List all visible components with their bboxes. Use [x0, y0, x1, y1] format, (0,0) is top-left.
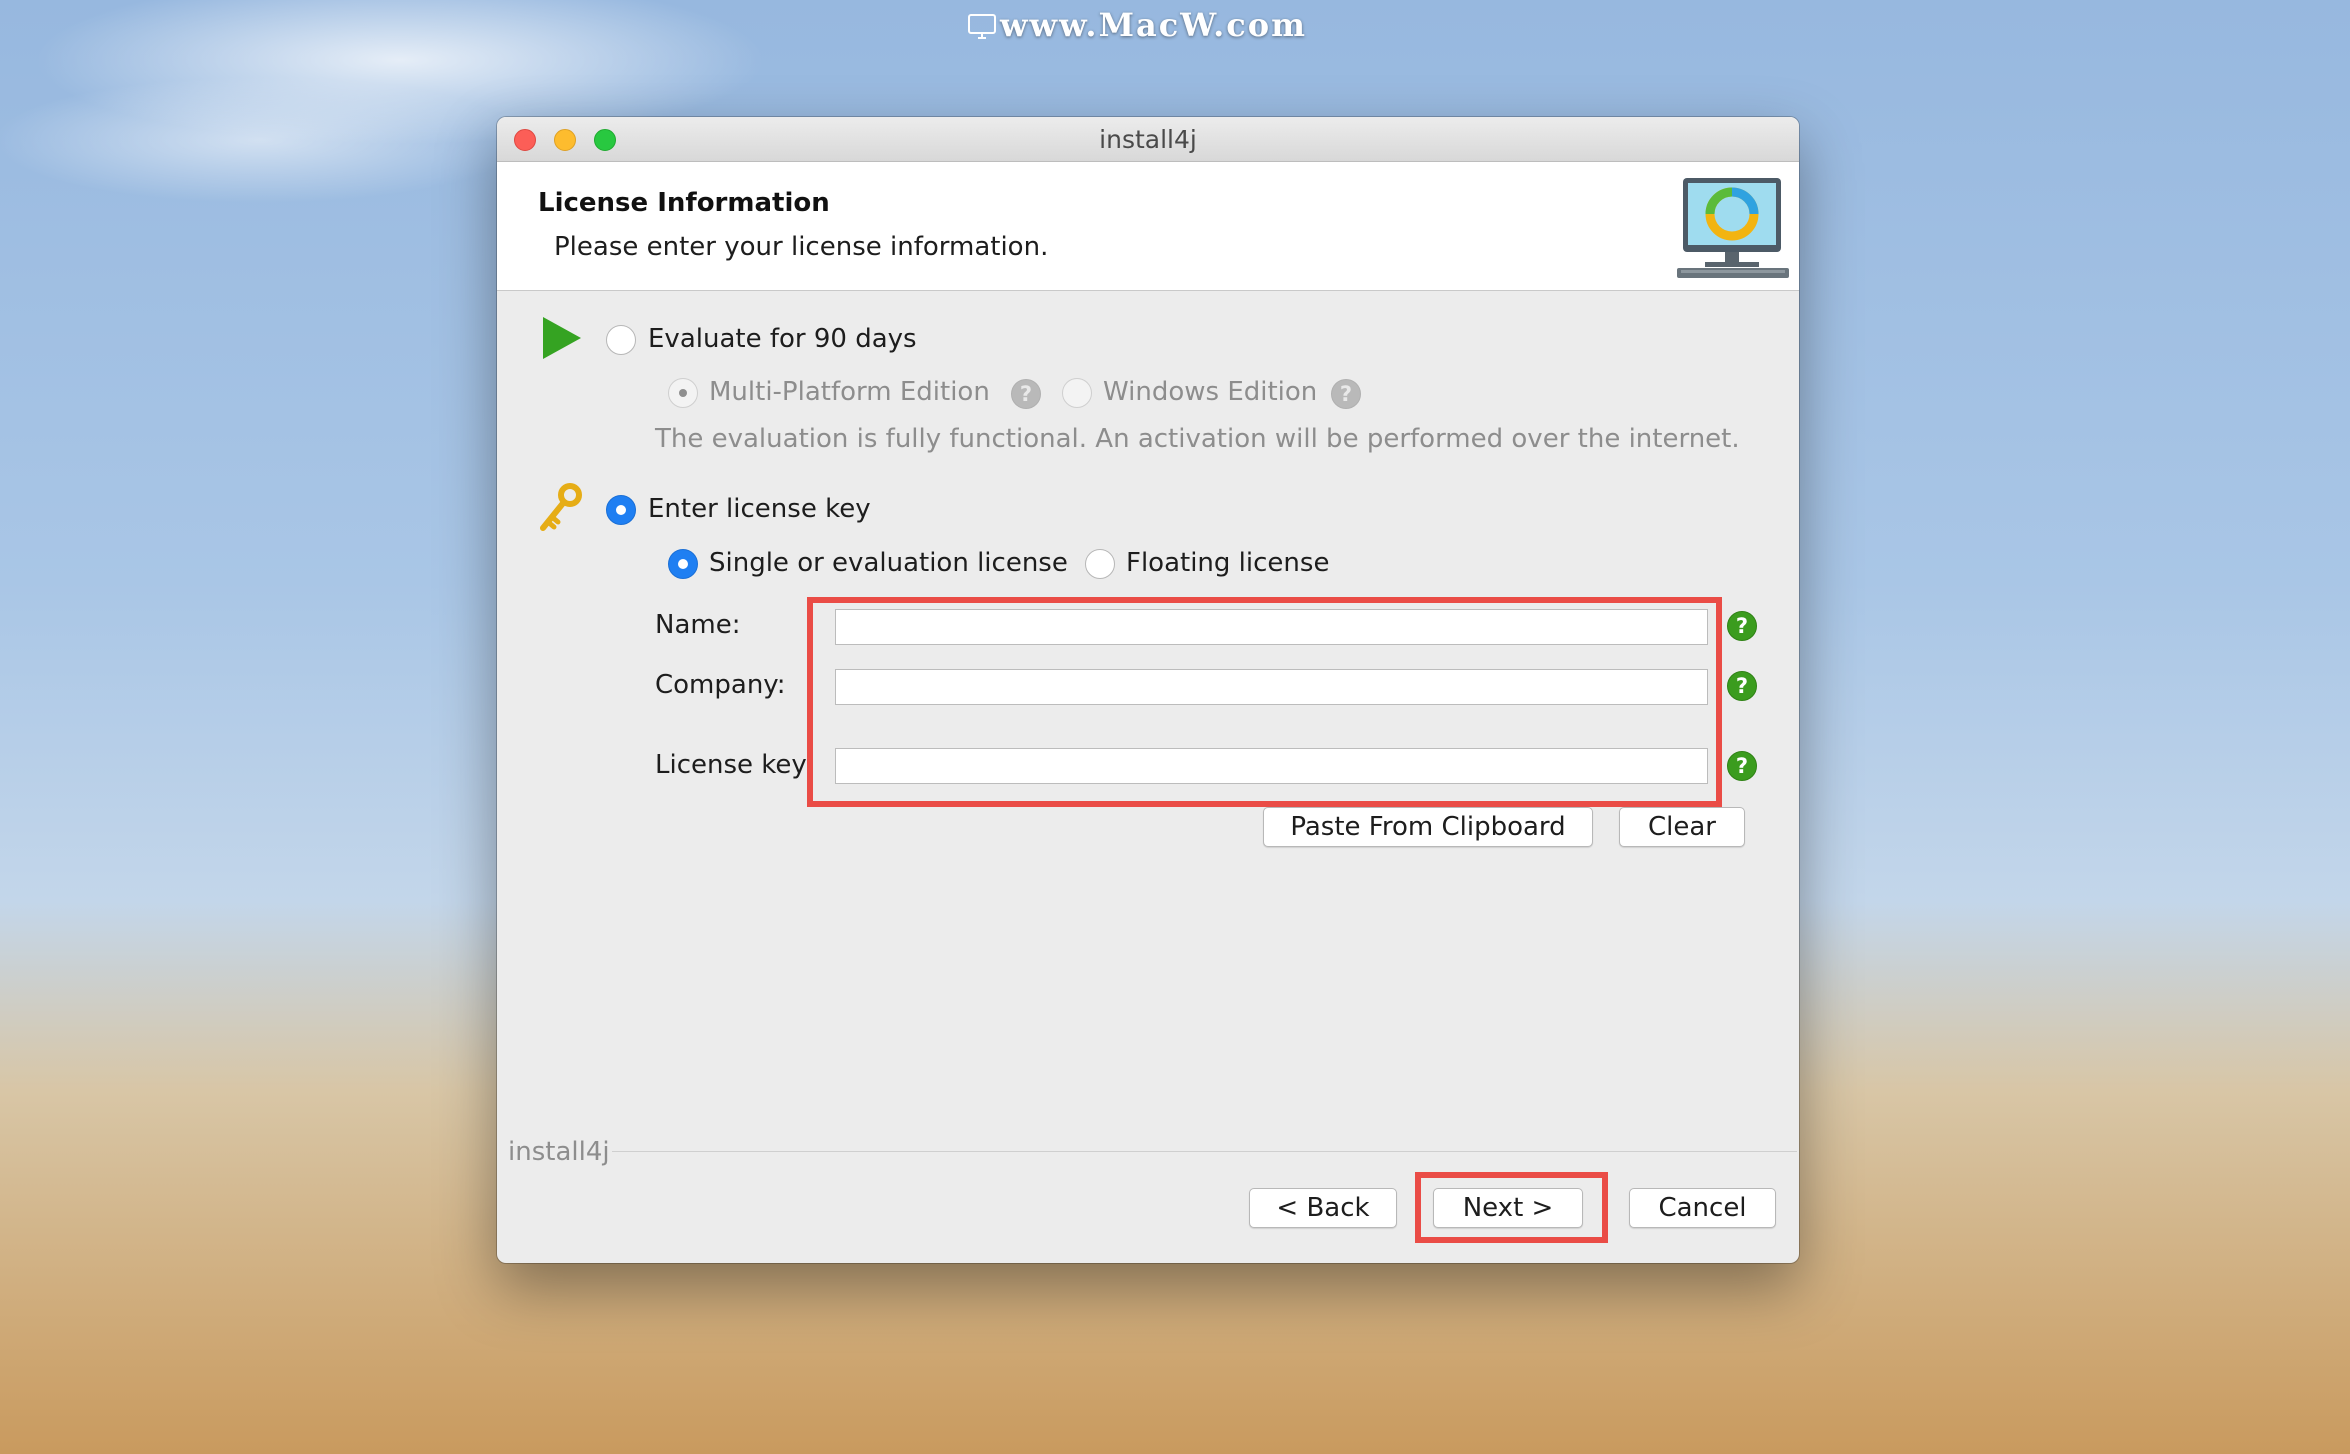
paste-from-clipboard-button[interactable]: Paste From Clipboard [1263, 807, 1593, 847]
window-title: install4j [1099, 125, 1197, 154]
clear-button[interactable]: Clear [1619, 807, 1745, 847]
windows-edition-radio[interactable] [1062, 378, 1092, 408]
single-license-radio[interactable] [668, 549, 698, 579]
page-subtitle: Please enter your license information. [554, 232, 1049, 262]
name-help-icon[interactable]: ? [1727, 611, 1757, 641]
evaluation-note: The evaluation is fully functional. An a… [655, 424, 1740, 454]
play-arrow-icon [543, 317, 581, 359]
key-icon [540, 483, 582, 531]
floating-license-radio[interactable] [1085, 549, 1115, 579]
enter-license-label[interactable]: Enter license key [648, 494, 871, 524]
company-label: Company: [655, 670, 786, 700]
desktop-background: www.MacW.com install4j License Informati… [0, 0, 2350, 1454]
page-title: License Information [538, 188, 830, 218]
license-key-label: License key: [655, 750, 814, 780]
fields-highlight-box [807, 597, 1722, 807]
footer-brand: install4j [508, 1137, 610, 1167]
name-label: Name: [655, 610, 741, 640]
title-bar[interactable]: install4j [497, 117, 1799, 162]
enter-license-radio[interactable] [606, 495, 636, 525]
evaluate-radio[interactable] [606, 325, 636, 355]
single-license-label[interactable]: Single or evaluation license [709, 548, 1068, 578]
watermark: www.MacW.com [968, 6, 1307, 44]
floating-license-label[interactable]: Floating license [1126, 548, 1329, 578]
company-help-icon[interactable]: ? [1727, 671, 1757, 701]
multi-platform-help-icon[interactable]: ? [1011, 379, 1041, 409]
multi-platform-label[interactable]: Multi-Platform Edition [709, 377, 990, 407]
license-key-help-icon[interactable]: ? [1727, 751, 1757, 781]
monitor-logo-icon [968, 14, 996, 39]
cancel-button[interactable]: Cancel [1629, 1188, 1776, 1228]
watermark-text: www.MacW.com [1000, 6, 1307, 44]
windows-edition-help-icon[interactable]: ? [1331, 379, 1361, 409]
next-highlight-box [1415, 1172, 1608, 1243]
back-button[interactable]: < Back [1249, 1188, 1397, 1228]
windows-edition-label[interactable]: Windows Edition [1103, 377, 1317, 407]
computer-monitor-icon [1677, 178, 1789, 278]
multi-platform-radio[interactable] [668, 378, 698, 408]
footer-divider [612, 1151, 1797, 1152]
wizard-header [497, 162, 1799, 291]
evaluate-label[interactable]: Evaluate for 90 days [648, 324, 917, 354]
